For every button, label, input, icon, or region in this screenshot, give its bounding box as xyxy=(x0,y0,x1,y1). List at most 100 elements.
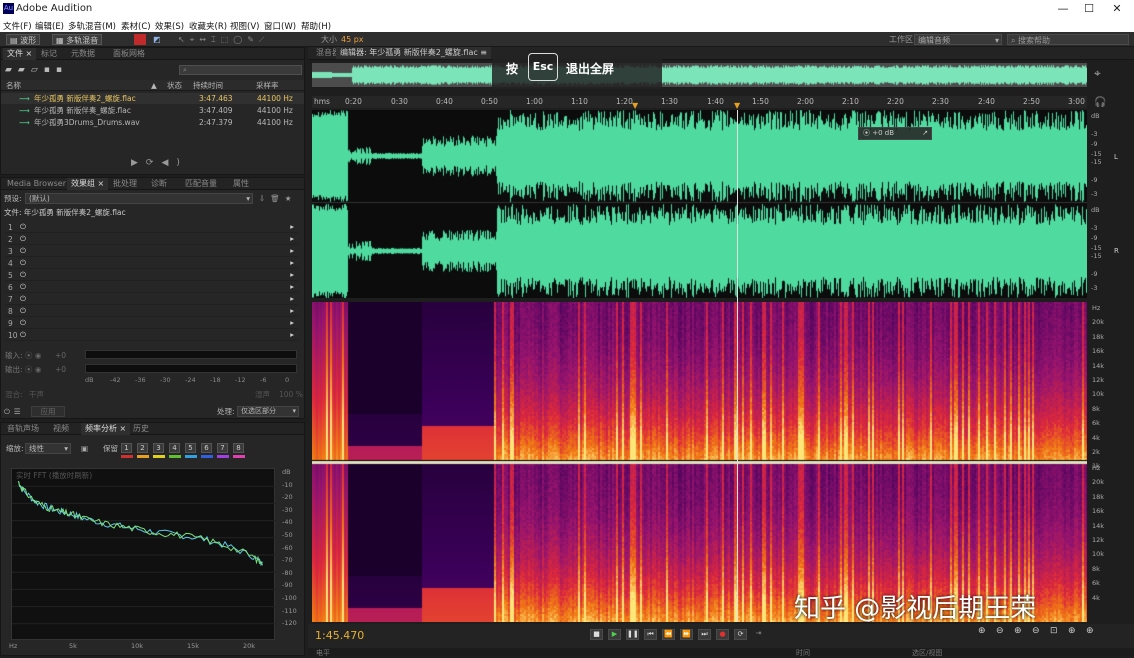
menu-effects[interactable]: 效果(S) xyxy=(155,20,184,32)
hud-knob-icon[interactable]: ⦿ xyxy=(863,129,872,137)
effect-slot[interactable]: 9 ⏻ ▸ xyxy=(6,318,298,329)
hold-button-7[interactable]: 7 xyxy=(217,443,228,453)
effect-slot[interactable]: 7 ⏻ ▸ xyxy=(6,294,298,305)
tab-properties[interactable]: 属性 xyxy=(229,178,253,190)
tab-metadata[interactable]: 元数据 xyxy=(67,48,99,60)
tab-media-browser[interactable]: Media Browser xyxy=(3,178,70,190)
minimize-button[interactable]: — xyxy=(1050,0,1076,18)
hold-button-3[interactable]: 3 xyxy=(153,443,164,453)
time-display[interactable]: 1:45.470 xyxy=(315,629,364,642)
input-gain[interactable]: +0 xyxy=(55,351,66,360)
zoom-in-time-icon[interactable]: ⊕ xyxy=(1014,626,1022,636)
power-icon[interactable]: ⏻ xyxy=(20,258,26,268)
capture-icon[interactable]: ▣ xyxy=(81,444,88,453)
power-icon[interactable]: ⏻ xyxy=(20,270,26,280)
loop-button[interactable]: ⟳ xyxy=(734,629,747,640)
tab-time[interactable]: 时间 xyxy=(796,648,810,658)
multitrack-view-button[interactable]: ▦ 多轨混音 xyxy=(52,34,103,45)
headphones-icon[interactable]: 🎧 xyxy=(1094,97,1106,108)
slot-arrow-icon[interactable]: ▸ xyxy=(290,294,294,303)
file-search-input[interactable]: ⌕ xyxy=(179,65,302,75)
hold-button-8[interactable]: 8 xyxy=(233,443,244,453)
slot-arrow-icon[interactable]: ▸ xyxy=(290,234,294,243)
col-status[interactable]: 状态 xyxy=(167,81,182,90)
hold-button-2[interactable]: 2 xyxy=(137,443,148,453)
effect-slot[interactable]: 2 ⏻ ▸ xyxy=(6,234,298,245)
waveform-view-button[interactable]: ▤ 波形 xyxy=(6,34,41,45)
power-icon[interactable]: ⏻ xyxy=(20,330,26,340)
slot-arrow-icon[interactable]: ▸ xyxy=(290,306,294,315)
file-row[interactable]: ⟿ 年少孤勇3Drums_Drums.wav 2:47.379 44100 Hz xyxy=(1,117,304,128)
waveform-display[interactable] xyxy=(312,110,1087,298)
workspace-select[interactable]: 编辑音频 ▾ xyxy=(914,34,1002,45)
input-knob-icon[interactable]: ⦿ ◉ xyxy=(25,351,41,360)
overview-waveform[interactable] xyxy=(312,63,1087,87)
play-button[interactable]: ▶ xyxy=(608,629,621,640)
zoom-in-amplitude-icon[interactable]: ⊕ xyxy=(978,626,986,636)
preset-action-icons[interactable]: ⇩🗑★ xyxy=(259,194,297,203)
col-name[interactable]: 名称 xyxy=(6,81,21,90)
marker-icon[interactable]: ▼ xyxy=(734,101,740,110)
spectral-display[interactable] xyxy=(312,302,1087,622)
slot-arrow-icon[interactable]: ▸ xyxy=(290,330,294,339)
zoom-selection-icon[interactable]: ⊕ xyxy=(1068,626,1076,636)
preview-controls[interactable]: ▶⟳◀) xyxy=(131,158,188,168)
col-duration[interactable]: 持续时间 xyxy=(193,81,223,90)
tab-video[interactable]: 视频 xyxy=(49,423,73,435)
zoom-in-point-icon[interactable]: ⊕ xyxy=(1086,626,1094,636)
playhead[interactable] xyxy=(737,110,738,622)
time-ruler[interactable]: hms 0:20 0:30 0:40 0:50 1:00 1:10 1:20 1:30 1:40 1… xyxy=(312,96,1087,108)
slot-arrow-icon[interactable]: ▸ xyxy=(290,270,294,279)
effect-slot[interactable]: 3 ⏻ ▸ xyxy=(6,246,298,257)
power-icon[interactable]: ⏻ xyxy=(20,282,26,292)
tab-track-panner[interactable]: 音轨声场 xyxy=(3,423,43,435)
hold-button-5[interactable]: 5 xyxy=(185,443,196,453)
slot-arrow-icon[interactable]: ▸ xyxy=(290,318,294,327)
apply-button[interactable]: 应用 xyxy=(31,406,65,417)
tab-markers[interactable]: 标记 xyxy=(37,48,61,60)
spectral-color-button[interactable] xyxy=(134,34,146,45)
tab-editor[interactable]: 编辑器: 年少孤勇 新版伴奏2_螺旋.flac ≡ xyxy=(336,47,491,59)
hud-volume[interactable]: ⦿ +0 dB ↗ xyxy=(858,127,932,140)
slot-arrow-icon[interactable]: ▸ xyxy=(290,222,294,231)
hold-button-1[interactable]: 1 xyxy=(121,443,132,453)
preset-select[interactable]: (默认) ▾ xyxy=(25,193,253,204)
pause-button[interactable]: ❚❚ xyxy=(626,629,639,640)
tab-diagnostics[interactable]: 诊断 xyxy=(147,178,171,190)
maximize-button[interactable]: ☐ xyxy=(1076,0,1102,18)
zoom-navigator-icon[interactable]: ⌖ xyxy=(1094,66,1101,81)
effect-slot[interactable]: 6 ⏻ ▸ xyxy=(6,282,298,293)
menu-file[interactable]: 文件(F) xyxy=(3,20,32,32)
zoom-out-time-icon[interactable]: ⊖ xyxy=(1032,626,1040,636)
effect-slot[interactable]: 1 ⏻ ▸ xyxy=(6,222,298,233)
effect-slot[interactable]: 10 ⏻ ▸ xyxy=(6,330,298,341)
spectral-view-icon[interactable]: ◩ xyxy=(150,34,164,45)
zoom-full-icon[interactable]: ⊡ xyxy=(1050,626,1058,636)
fast-forward-button[interactable]: ⏩ xyxy=(680,629,693,640)
hold-button-6[interactable]: 6 xyxy=(201,443,212,453)
tab-frequency-analysis[interactable]: 频率分析 × xyxy=(81,423,131,435)
effect-slot[interactable]: 4 ⏻ ▸ xyxy=(6,258,298,269)
tab-effects-rack[interactable]: 效果组 × xyxy=(67,178,109,190)
tab-selection-view[interactable]: 选区/视图 xyxy=(912,648,942,658)
record-button[interactable]: ● xyxy=(716,629,729,640)
hold-button-4[interactable]: 4 xyxy=(169,443,180,453)
pin-icon[interactable]: ↗ xyxy=(922,128,928,139)
channel-left[interactable]: L xyxy=(1114,153,1118,161)
zoom-out-amplitude-icon[interactable]: ⊖ xyxy=(996,626,1004,636)
file-row[interactable]: ⟿ 年少孤勇 新版伴奏2_螺旋.flac 3:47.463 44100 Hz xyxy=(1,93,304,104)
go-to-end-button[interactable]: ⏭ xyxy=(698,629,711,640)
col-samplerate[interactable]: 采样率 xyxy=(256,81,279,90)
channel-right[interactable]: R xyxy=(1114,247,1119,255)
menu-clip[interactable]: 素材(C) xyxy=(121,20,151,32)
close-button[interactable]: ✕ xyxy=(1104,0,1130,18)
scale-select[interactable]: 线性 ▾ xyxy=(25,443,71,454)
power-icon[interactable]: ⏻ xyxy=(20,306,26,316)
output-knob-icon[interactable]: ⦿ ◉ xyxy=(25,365,41,374)
go-to-start-button[interactable]: ⏮ xyxy=(644,629,657,640)
file-row[interactable]: ⟿ 年少孤勇 新版伴奏_螺旋.flac 3:47.409 44100 Hz xyxy=(1,105,304,116)
marker-icon[interactable]: ▼ xyxy=(632,101,638,110)
tab-batch[interactable]: 批处理 xyxy=(109,178,141,190)
power-icon[interactable]: ⏻ xyxy=(20,234,26,244)
rewind-button[interactable]: ⏪ xyxy=(662,629,675,640)
